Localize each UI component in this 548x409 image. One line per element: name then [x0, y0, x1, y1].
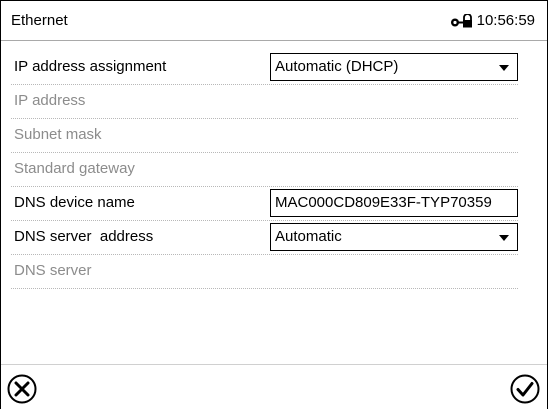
- row-dns-server-address: DNS server address Automatic: [11, 221, 518, 255]
- dns-device-name-label: DNS device name: [14, 194, 135, 211]
- row-dns-server: DNS server: [11, 255, 518, 289]
- status-area: 10:56:59: [450, 12, 535, 29]
- ip-address-label: IP address: [14, 92, 86, 109]
- page-title: Ethernet: [11, 12, 68, 29]
- lock-key-icon: [450, 13, 472, 27]
- dns-device-name-field[interactable]: MAC000CD809E33F-TYP70359: [270, 189, 518, 217]
- row-standard-gateway: Standard gateway: [11, 153, 518, 187]
- row-subnet-mask: Subnet mask: [11, 119, 518, 153]
- dns-server-address-select[interactable]: Automatic: [270, 223, 518, 251]
- settings-list: IP address assignment Automatic (DHCP) I…: [1, 51, 547, 289]
- standard-gateway-label: Standard gateway: [14, 160, 135, 177]
- ip-address-assignment-select[interactable]: Automatic (DHCP): [270, 53, 518, 81]
- header-bar: Ethernet 10:56:59: [1, 1, 547, 41]
- row-dns-device-name: DNS device name MAC000CD809E33F-TYP70359: [11, 187, 518, 221]
- subnet-mask-label: Subnet mask: [14, 126, 102, 143]
- row-ip-address: IP address: [11, 85, 518, 119]
- dns-server-address-value: Automatic: [275, 228, 342, 245]
- dropdown-arrow-icon: [499, 65, 509, 71]
- ip-address-assignment-value: Automatic (DHCP): [275, 58, 399, 75]
- row-ip-address-assignment: IP address assignment Automatic (DHCP): [11, 51, 518, 85]
- dropdown-arrow-icon: [499, 235, 509, 241]
- dns-server-address-label: DNS server address: [14, 228, 154, 245]
- ethernet-settings-screen: Ethernet 10:56:59 IP address assignment …: [0, 0, 548, 409]
- dns-server-label: DNS server: [14, 262, 92, 279]
- clock-time: 10:56:59: [476, 12, 535, 29]
- footer-bar: [1, 364, 547, 409]
- confirm-circle-check-icon[interactable]: [509, 373, 541, 405]
- ip-address-assignment-label: IP address assignment: [14, 58, 167, 75]
- cancel-circle-x-icon[interactable]: [6, 373, 38, 405]
